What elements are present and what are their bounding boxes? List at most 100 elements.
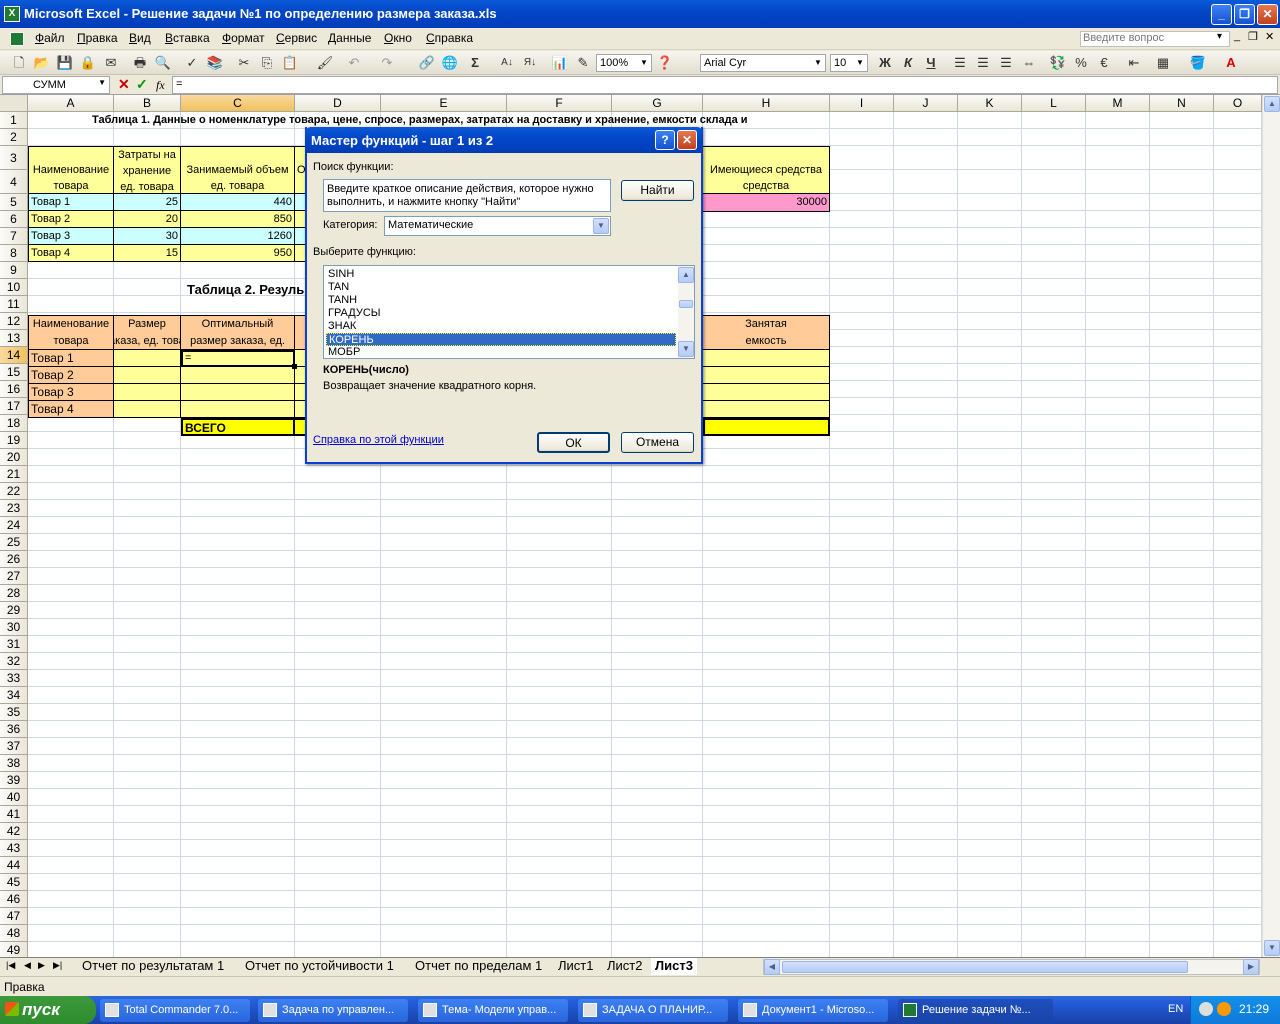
task-word-doc-4[interactable]: Документ1 - Microso...	[738, 999, 888, 1022]
cancel-button[interactable]: Отмена	[621, 432, 694, 453]
row-header[interactable]: 33	[0, 670, 28, 687]
column-header[interactable]: J	[894, 95, 958, 112]
function-item[interactable]: TAN	[326, 281, 676, 294]
column-header[interactable]: D	[295, 95, 381, 112]
chart-wizard-icon[interactable]: 📊	[551, 54, 569, 72]
row-header[interactable]: 5	[0, 194, 28, 211]
question-dropdown-icon[interactable]: ▾	[1217, 31, 1222, 42]
t1-storage-cell[interactable]: 20	[114, 211, 181, 228]
tab-results-report[interactable]: Отчет по результатам 1	[78, 958, 228, 975]
formula-input[interactable]: =	[172, 76, 1278, 94]
dialog-close-icon[interactable]: ✕	[677, 130, 697, 150]
row-header[interactable]: 26	[0, 551, 28, 568]
t1-name-cell[interactable]: Товар 1	[28, 194, 114, 211]
row-header[interactable]: 13	[0, 330, 28, 347]
t2-header-name[interactable]: Наименование товара	[28, 315, 114, 350]
task-word-doc-2[interactable]: Тема- Модели управ...	[418, 999, 568, 1022]
format-painter-icon[interactable]: 🖌	[316, 54, 334, 72]
row-header[interactable]: 42	[0, 823, 28, 840]
row-header[interactable]: 3	[0, 146, 28, 170]
row-header[interactable]: 14	[0, 347, 28, 364]
t1-volume-cell[interactable]: 850	[181, 211, 295, 228]
function-item[interactable]: TANH	[326, 294, 676, 307]
new-icon[interactable]: 🗋	[10, 54, 28, 72]
function-item[interactable]: SINH	[326, 268, 676, 281]
scroll-track[interactable]	[1264, 113, 1280, 939]
column-header[interactable]: E	[381, 95, 507, 112]
underline-button[interactable]: Ч	[922, 54, 940, 72]
task-word-doc-3[interactable]: ЗАДАЧА О ПЛАНИР...	[578, 999, 728, 1022]
task-excel[interactable]: Решение задачи №...	[898, 999, 1053, 1022]
category-select[interactable]: Математические ▼	[384, 216, 611, 236]
vertical-scrollbar[interactable]: ▲ ▼	[1262, 95, 1280, 957]
start-button[interactable]: пуск	[0, 996, 96, 1024]
column-header[interactable]: A	[28, 95, 114, 112]
scroll-thumb[interactable]	[782, 961, 1188, 973]
column-header[interactable]: K	[958, 95, 1022, 112]
total-cell[interactable]: ВСЕГО	[181, 418, 295, 436]
row-header[interactable]: 25	[0, 534, 28, 551]
menu-view[interactable]: Вид	[129, 31, 151, 45]
t2-order-cell[interactable]	[114, 350, 181, 367]
doc-restore-icon[interactable]: ❐	[1248, 30, 1258, 43]
row-header[interactable]: 30	[0, 619, 28, 636]
t2-optimal-cell[interactable]	[181, 367, 295, 384]
horizontal-scrollbar[interactable]: ◀ ▶	[763, 959, 1260, 975]
doc-close-icon[interactable]: ✕	[1265, 30, 1274, 43]
row-header[interactable]: 44	[0, 857, 28, 874]
prev-sheet-icon[interactable]: ◀	[24, 960, 31, 971]
t2-optimal-cell[interactable]	[181, 401, 295, 418]
t2-header-capacity[interactable]: Занятая емкость	[703, 315, 830, 350]
t1-volume-cell[interactable]: 1260	[181, 228, 295, 245]
scroll-down-icon[interactable]: ▼	[1264, 940, 1280, 956]
row-header[interactable]: 34	[0, 687, 28, 704]
row-header[interactable]: 4	[0, 170, 28, 194]
web-icon[interactable]: 🌐	[441, 54, 459, 72]
copy-icon[interactable]: ⎘	[258, 54, 276, 72]
row-header[interactable]: 23	[0, 500, 28, 517]
column-header[interactable]: I	[830, 95, 894, 112]
column-header[interactable]: G	[612, 95, 703, 112]
t1-name-cell[interactable]: Товар 4	[28, 245, 114, 262]
currency-icon[interactable]: 💱	[1049, 54, 1067, 72]
function-item[interactable]: ЗНАК	[326, 320, 676, 333]
row-header[interactable]: 16	[0, 381, 28, 398]
t2-optimal-cell[interactable]	[181, 384, 295, 401]
find-button[interactable]: Найти	[621, 180, 694, 201]
redo-icon[interactable]: ↷	[378, 54, 396, 72]
t1-header-name[interactable]: Наименование товара	[28, 146, 114, 194]
column-header[interactable]: H	[703, 95, 830, 112]
decrease-indent-icon[interactable]: ⇤	[1125, 54, 1143, 72]
active-cell-c14[interactable]: =	[181, 350, 295, 367]
cancel-icon[interactable]: ✕	[118, 76, 130, 93]
menu-window[interactable]: Окно	[384, 31, 412, 45]
excel-app-icon[interactable]: X	[4, 6, 20, 22]
row-header[interactable]: 41	[0, 806, 28, 823]
column-header[interactable]: L	[1022, 95, 1086, 112]
row-header[interactable]: 18	[0, 415, 28, 432]
t1-name-cell[interactable]: Товар 3	[28, 228, 114, 245]
row-header[interactable]: 10	[0, 279, 28, 296]
help-question-icon[interactable]: ?	[655, 130, 675, 150]
cut-icon[interactable]: ✂	[235, 54, 253, 72]
zoom-select[interactable]: 100% ▼	[596, 54, 652, 72]
row-header[interactable]: 11	[0, 296, 28, 313]
t2-name-cell[interactable]: Товар 2	[28, 367, 114, 384]
row-header[interactable]: 32	[0, 653, 28, 670]
tray-icon[interactable]	[1217, 1002, 1231, 1016]
row-header[interactable]: 37	[0, 738, 28, 755]
permission-icon[interactable]: 🔒	[79, 54, 97, 72]
row-header[interactable]: 48	[0, 925, 28, 942]
bold-button[interactable]: Ж	[876, 54, 894, 72]
menu-edit[interactable]: Правка	[77, 31, 118, 45]
row-header[interactable]: 7	[0, 228, 28, 245]
t2-capacity-cell[interactable]	[703, 384, 830, 401]
t2-name-cell[interactable]: Товар 3	[28, 384, 114, 401]
print-icon[interactable]: 🖶	[131, 54, 149, 72]
language-indicator[interactable]: EN	[1168, 1003, 1183, 1015]
t1-header-volume[interactable]: Занимаемый объем ед. товара	[181, 146, 295, 194]
row-header[interactable]: 38	[0, 755, 28, 772]
h5-cell[interactable]: 30000	[703, 194, 830, 212]
row-header[interactable]: 1	[0, 112, 28, 129]
row-header[interactable]: 15	[0, 364, 28, 381]
